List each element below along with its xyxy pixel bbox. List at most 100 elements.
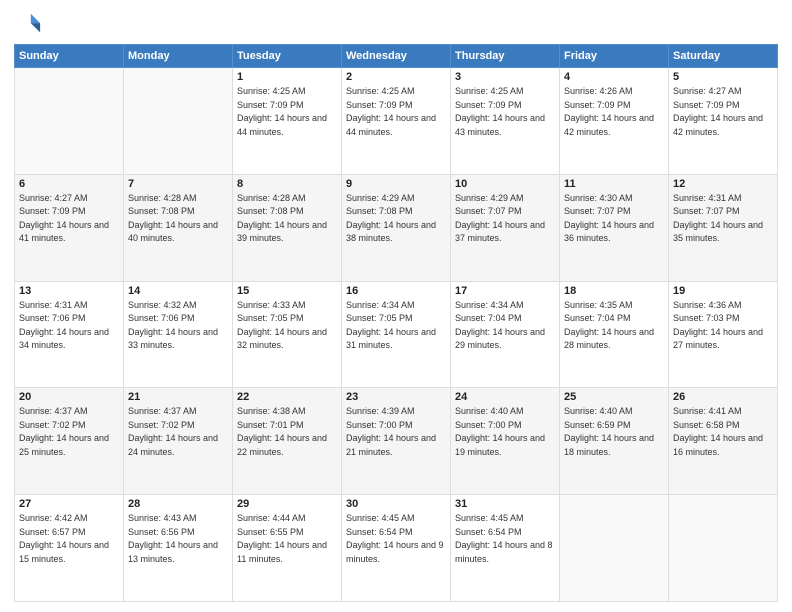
calendar-cell: 11 Sunrise: 4:30 AMSunset: 7:07 PMDayligh…	[560, 174, 669, 281]
calendar-cell: 20 Sunrise: 4:37 AMSunset: 7:02 PMDayligh…	[15, 388, 124, 495]
sunrise-text: Sunrise: 4:41 AM	[673, 405, 773, 419]
sunrise-text: Sunrise: 4:42 AM	[19, 512, 119, 526]
sunset-text: Sunset: 7:08 PM	[237, 205, 337, 219]
calendar-cell: 10Sunrise: 4:29 AMSunset: 7:07 PMDayligh…	[451, 174, 560, 281]
header-saturday: Saturday	[669, 45, 778, 68]
calendar-week-row: 20 Sunrise: 4:37 AMSunset: 7:02 PMDayligh…	[15, 388, 778, 495]
daylight-text: Daylight: 14 hours and 36 minutes.	[564, 219, 664, 246]
daylight-text: Daylight: 14 hours and 25 minutes.	[19, 432, 119, 459]
day-number: 25	[564, 391, 664, 403]
day-number: 2	[346, 71, 446, 83]
calendar-cell: 23Sunrise: 4:39 AMSunset: 7:00 PMDayligh…	[342, 388, 451, 495]
daylight-text: Daylight: 14 hours and 24 minutes.	[128, 432, 228, 459]
calendar-week-row: 13Sunrise: 4:31 AMSunset: 7:06 PMDayligh…	[15, 281, 778, 388]
day-number: 4	[564, 71, 664, 83]
day-number: 29	[237, 498, 337, 510]
sunset-text: Sunset: 7:07 PM	[673, 205, 773, 219]
day-info: Sunrise: 4:30 AMSunset: 7:07 PMDaylight:…	[564, 192, 664, 246]
calendar-cell	[560, 495, 669, 602]
day-number: 20	[19, 391, 119, 403]
calendar-page: Sunday Monday Tuesday Wednesday Thursday…	[0, 0, 792, 612]
daylight-text: Daylight: 14 hours and 34 minutes.	[19, 326, 119, 353]
sunrise-text: Sunrise: 4:38 AM	[237, 405, 337, 419]
day-number: 12	[673, 178, 773, 190]
day-number: 15	[237, 285, 337, 297]
day-info: Sunrise: 4:31 AMSunset: 7:06 PMDaylight:…	[19, 299, 119, 353]
calendar-cell: 15Sunrise: 4:33 AMSunset: 7:05 PMDayligh…	[233, 281, 342, 388]
day-number: 9	[346, 178, 446, 190]
calendar-cell: 2Sunrise: 4:25 AMSunset: 7:09 PMDaylight…	[342, 68, 451, 175]
calendar-cell: 25Sunrise: 4:40 AMSunset: 6:59 PMDayligh…	[560, 388, 669, 495]
sunrise-text: Sunrise: 4:25 AM	[237, 85, 337, 99]
daylight-text: Daylight: 14 hours and 8 minutes.	[455, 539, 555, 566]
day-number: 11	[564, 178, 664, 190]
daylight-text: Daylight: 14 hours and 42 minutes.	[673, 112, 773, 139]
sunset-text: Sunset: 7:08 PM	[346, 205, 446, 219]
daylight-text: Daylight: 14 hours and 40 minutes.	[128, 219, 228, 246]
header-friday: Friday	[560, 45, 669, 68]
daylight-text: Daylight: 14 hours and 18 minutes.	[564, 432, 664, 459]
sunrise-text: Sunrise: 4:39 AM	[346, 405, 446, 419]
day-number: 31	[455, 498, 555, 510]
daylight-text: Daylight: 14 hours and 41 minutes.	[19, 219, 119, 246]
day-number: 1	[237, 71, 337, 83]
day-number: 16	[346, 285, 446, 297]
calendar-cell: 29Sunrise: 4:44 AMSunset: 6:55 PMDayligh…	[233, 495, 342, 602]
calendar-cell: 30Sunrise: 4:45 AMSunset: 6:54 PMDayligh…	[342, 495, 451, 602]
sunrise-text: Sunrise: 4:44 AM	[237, 512, 337, 526]
daylight-text: Daylight: 14 hours and 9 minutes.	[346, 539, 446, 566]
calendar-cell: 22Sunrise: 4:38 AMSunset: 7:01 PMDayligh…	[233, 388, 342, 495]
daylight-text: Daylight: 14 hours and 43 minutes.	[455, 112, 555, 139]
daylight-text: Daylight: 14 hours and 32 minutes.	[237, 326, 337, 353]
calendar-cell: 28Sunrise: 4:43 AMSunset: 6:56 PMDayligh…	[124, 495, 233, 602]
day-number: 22	[237, 391, 337, 403]
sunset-text: Sunset: 7:07 PM	[564, 205, 664, 219]
day-info: Sunrise: 4:37 AMSunset: 7:02 PMDaylight:…	[19, 405, 119, 459]
day-info: Sunrise: 4:39 AMSunset: 7:00 PMDaylight:…	[346, 405, 446, 459]
day-info: Sunrise: 4:41 AMSunset: 6:58 PMDaylight:…	[673, 405, 773, 459]
day-number: 14	[128, 285, 228, 297]
sunrise-text: Sunrise: 4:25 AM	[455, 85, 555, 99]
header-sunday: Sunday	[15, 45, 124, 68]
daylight-text: Daylight: 14 hours and 11 minutes.	[237, 539, 337, 566]
sunrise-text: Sunrise: 4:33 AM	[237, 299, 337, 313]
day-info: Sunrise: 4:40 AMSunset: 7:00 PMDaylight:…	[455, 405, 555, 459]
sunrise-text: Sunrise: 4:26 AM	[564, 85, 664, 99]
calendar-cell: 9Sunrise: 4:29 AMSunset: 7:08 PMDaylight…	[342, 174, 451, 281]
sunrise-text: Sunrise: 4:43 AM	[128, 512, 228, 526]
day-info: Sunrise: 4:45 AMSunset: 6:54 PMDaylight:…	[346, 512, 446, 566]
day-number: 3	[455, 71, 555, 83]
calendar-cell: 17 Sunrise: 4:34 AMSunset: 7:04 PMDayligh…	[451, 281, 560, 388]
day-info: Sunrise: 4:25 AMSunset: 7:09 PMDaylight:…	[455, 85, 555, 139]
day-info: Sunrise: 4:27 AMSunset: 7:09 PMDaylight:…	[673, 85, 773, 139]
day-info: Sunrise: 4:28 AMSunset: 7:08 PMDaylight:…	[237, 192, 337, 246]
calendar-cell: 13Sunrise: 4:31 AMSunset: 7:06 PMDayligh…	[15, 281, 124, 388]
sunrise-text: Sunrise: 4:34 AM	[455, 299, 555, 313]
day-number: 26	[673, 391, 773, 403]
day-info: Sunrise: 4:27 AMSunset: 7:09 PMDaylight:…	[19, 192, 119, 246]
calendar-table: Sunday Monday Tuesday Wednesday Thursday…	[14, 44, 778, 602]
logo-icon	[14, 10, 42, 38]
calendar-cell	[669, 495, 778, 602]
daylight-text: Daylight: 14 hours and 16 minutes.	[673, 432, 773, 459]
daylight-text: Daylight: 14 hours and 38 minutes.	[346, 219, 446, 246]
calendar-cell: 8Sunrise: 4:28 AMSunset: 7:08 PMDaylight…	[233, 174, 342, 281]
page-header	[14, 10, 778, 38]
calendar-cell	[124, 68, 233, 175]
sunset-text: Sunset: 7:09 PM	[237, 99, 337, 113]
calendar-cell: 4Sunrise: 4:26 AMSunset: 7:09 PMDaylight…	[560, 68, 669, 175]
calendar-cell: 5Sunrise: 4:27 AMSunset: 7:09 PMDaylight…	[669, 68, 778, 175]
calendar-cell: 6Sunrise: 4:27 AMSunset: 7:09 PMDaylight…	[15, 174, 124, 281]
sunset-text: Sunset: 6:54 PM	[455, 526, 555, 540]
sunset-text: Sunset: 6:56 PM	[128, 526, 228, 540]
sunset-text: Sunset: 7:04 PM	[455, 312, 555, 326]
day-number: 18	[564, 285, 664, 297]
daylight-text: Daylight: 14 hours and 29 minutes.	[455, 326, 555, 353]
day-number: 10	[455, 178, 555, 190]
calendar-cell: 1Sunrise: 4:25 AMSunset: 7:09 PMDaylight…	[233, 68, 342, 175]
calendar-cell: 14Sunrise: 4:32 AMSunset: 7:06 PMDayligh…	[124, 281, 233, 388]
day-number: 17	[455, 285, 555, 297]
sunrise-text: Sunrise: 4:27 AM	[19, 192, 119, 206]
daylight-text: Daylight: 14 hours and 15 minutes.	[19, 539, 119, 566]
calendar-week-row: 1Sunrise: 4:25 AMSunset: 7:09 PMDaylight…	[15, 68, 778, 175]
